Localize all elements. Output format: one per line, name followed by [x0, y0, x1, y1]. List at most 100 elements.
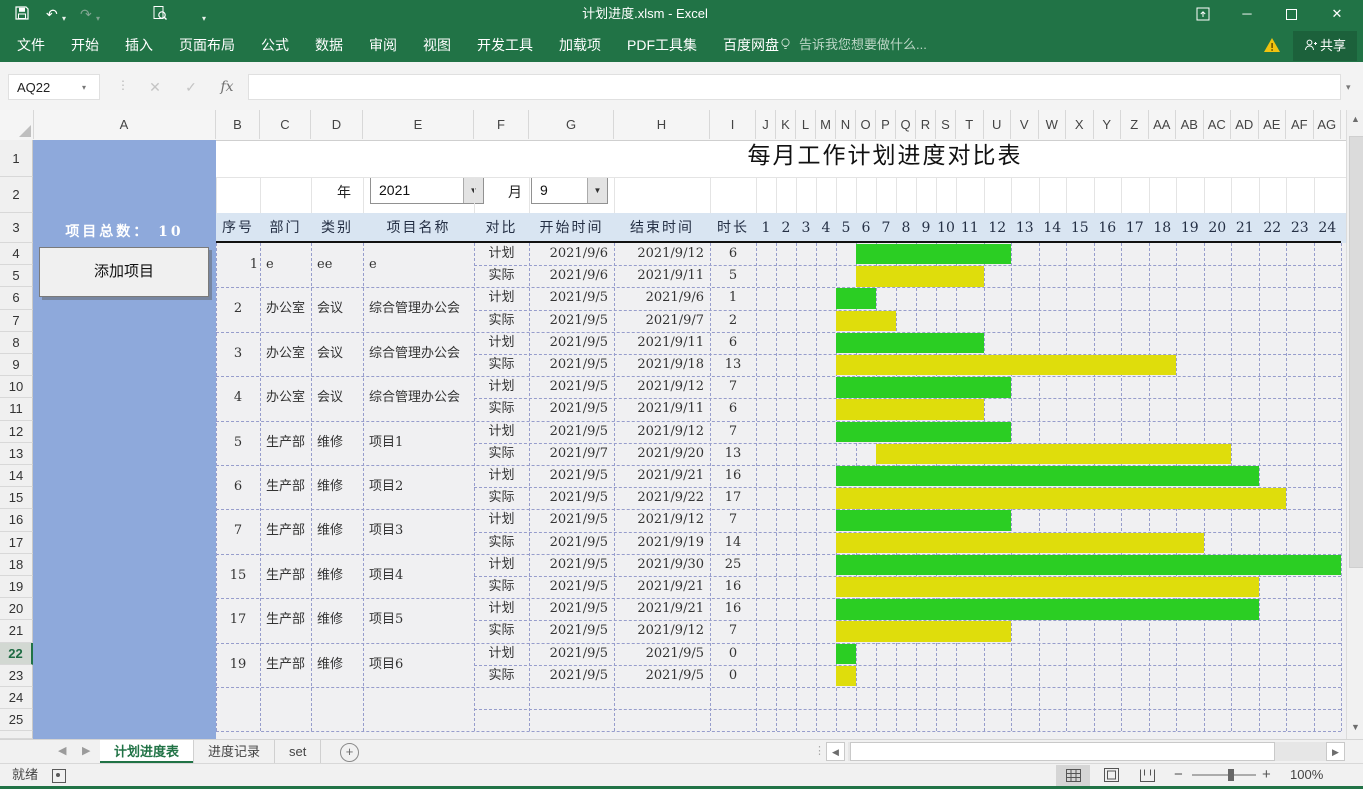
- scroll-up-icon[interactable]: ▲: [1348, 114, 1363, 124]
- column-header-V[interactable]: V: [1011, 110, 1039, 139]
- cell-actual-duration-3[interactable]: 13: [710, 354, 756, 376]
- cell-plan-end-2[interactable]: 2021/9/6: [614, 287, 704, 309]
- horizontal-scrollbar[interactable]: [848, 742, 1326, 761]
- gantt-bar-plan-7[interactable]: [836, 510, 1011, 530]
- cell-actual-label-17[interactable]: 实际: [474, 620, 529, 642]
- column-header-C[interactable]: C: [260, 110, 311, 139]
- formula-bar-expand-icon[interactable]: ▾: [1346, 82, 1351, 93]
- cell-dept-19[interactable]: 生产部: [266, 643, 311, 687]
- day-header-1[interactable]: 1: [756, 213, 776, 243]
- close-button[interactable]: ✕: [1320, 0, 1354, 28]
- cell-dept-4[interactable]: 办公室: [266, 376, 311, 420]
- row-header-20[interactable]: 20: [0, 598, 33, 620]
- day-header-7[interactable]: 7: [876, 213, 896, 243]
- row-header-16[interactable]: 16: [0, 509, 33, 531]
- row-header-21[interactable]: 21: [0, 620, 33, 642]
- cell-actual-start-4[interactable]: 2021/9/5: [529, 398, 608, 420]
- cell-category-6[interactable]: 维修: [317, 465, 363, 509]
- cancel-entry-icon[interactable]: ✕: [140, 74, 170, 100]
- gantt-bar-actual-1[interactable]: [856, 266, 984, 286]
- insert-function-icon[interactable]: fx: [212, 74, 242, 100]
- cell-actual-start-5[interactable]: 2021/9/7: [529, 443, 608, 465]
- vertical-scrollbar[interactable]: ▲ ▼: [1346, 110, 1363, 739]
- cell-dept-15[interactable]: 生产部: [266, 554, 311, 598]
- column-header-W[interactable]: W: [1039, 110, 1067, 139]
- column-header-R[interactable]: R: [916, 110, 936, 139]
- hscroll-right-icon[interactable]: ▶: [1326, 742, 1345, 761]
- cell-actual-label-6[interactable]: 实际: [474, 487, 529, 509]
- column-header-N[interactable]: N: [836, 110, 856, 139]
- cell-plan-end-15[interactable]: 2021/9/30: [614, 554, 704, 576]
- cell-seq-1[interactable]: 1: [216, 243, 260, 287]
- cell-plan-duration-3[interactable]: 6: [710, 332, 756, 354]
- cell-actual-label-2[interactable]: 实际: [474, 310, 529, 332]
- row-header-18[interactable]: 18: [0, 554, 33, 576]
- table-header-6[interactable]: 结束时间: [614, 213, 710, 243]
- cell-actual-duration-7[interactable]: 14: [710, 532, 756, 554]
- scroll-down-icon[interactable]: ▼: [1348, 722, 1363, 732]
- row-header-5[interactable]: 5: [0, 265, 33, 287]
- row-header-9[interactable]: 9: [0, 354, 33, 376]
- cell-plan-start-3[interactable]: 2021/9/5: [529, 332, 608, 354]
- month-combobox[interactable]: 9 ▼: [531, 177, 608, 204]
- day-header-3[interactable]: 3: [796, 213, 816, 243]
- gantt-bar-plan-2[interactable]: [836, 288, 876, 308]
- column-header-Q[interactable]: Q: [896, 110, 916, 139]
- ribbon-tab-3[interactable]: 页面布局: [166, 28, 248, 62]
- row-header-6[interactable]: 6: [0, 287, 33, 309]
- cell-actual-end-5[interactable]: 2021/9/20: [614, 443, 704, 465]
- day-header-17[interactable]: 17: [1121, 213, 1149, 243]
- gantt-bar-actual-17[interactable]: [836, 621, 1011, 641]
- cell-actual-end-7[interactable]: 2021/9/19: [614, 532, 704, 554]
- cell-plan-start-6[interactable]: 2021/9/5: [529, 465, 608, 487]
- column-header-I[interactable]: I: [710, 110, 756, 139]
- gantt-bar-actual-5[interactable]: [876, 444, 1231, 464]
- row-header-26[interactable]: [0, 731, 33, 739]
- page-layout-view-button[interactable]: [1094, 765, 1128, 786]
- day-header-15[interactable]: 15: [1066, 213, 1094, 243]
- cell-category-19[interactable]: 维修: [317, 643, 363, 687]
- cell-plan-end-17[interactable]: 2021/9/21: [614, 598, 704, 620]
- column-header-M[interactable]: M: [816, 110, 836, 139]
- cell-seq-4[interactable]: 4: [216, 376, 260, 420]
- cell-category-4[interactable]: 会议: [317, 376, 363, 420]
- ribbon-tab-9[interactable]: 加载项: [546, 28, 614, 62]
- column-header-H[interactable]: H: [614, 110, 710, 139]
- column-header-E[interactable]: E: [363, 110, 474, 139]
- cell-actual-start-15[interactable]: 2021/9/5: [529, 576, 608, 598]
- zoom-slider-thumb[interactable]: [1228, 769, 1234, 781]
- gantt-bar-actual-7[interactable]: [836, 533, 1204, 553]
- hscroll-left-icon[interactable]: ◀: [826, 742, 845, 761]
- column-header-P[interactable]: P: [876, 110, 896, 139]
- cell-actual-start-7[interactable]: 2021/9/5: [529, 532, 608, 554]
- cell-plan-label-3[interactable]: 计划: [474, 332, 529, 354]
- cell-plan-start-19[interactable]: 2021/9/5: [529, 643, 608, 665]
- cell-actual-start-3[interactable]: 2021/9/5: [529, 354, 608, 376]
- column-header-AE[interactable]: AE: [1259, 110, 1287, 139]
- sheet-tab-2[interactable]: set: [275, 740, 321, 763]
- cell-name-15[interactable]: 项目4: [369, 554, 474, 598]
- name-box-caret-icon[interactable]: ▾: [82, 83, 86, 92]
- row-header-19[interactable]: 19: [0, 576, 33, 598]
- macro-record-icon[interactable]: [52, 769, 66, 783]
- cell-plan-end-4[interactable]: 2021/9/12: [614, 376, 704, 398]
- table-header-5[interactable]: 开始时间: [529, 213, 614, 243]
- select-all-button[interactable]: [0, 110, 34, 139]
- cell-actual-end-19[interactable]: 2021/9/5: [614, 665, 704, 687]
- cell-plan-duration-2[interactable]: 1: [710, 287, 756, 309]
- gantt-bar-actual-19[interactable]: [836, 666, 856, 686]
- cell-plan-start-4[interactable]: 2021/9/5: [529, 376, 608, 398]
- cell-name-2[interactable]: 综合管理办公会: [369, 287, 474, 331]
- ribbon-tab-1[interactable]: 开始: [58, 28, 112, 62]
- cell-actual-end-1[interactable]: 2021/9/11: [614, 265, 704, 287]
- column-header-G[interactable]: G: [529, 110, 614, 139]
- cell-actual-end-4[interactable]: 2021/9/11: [614, 398, 704, 420]
- day-header-24[interactable]: 24: [1314, 213, 1342, 243]
- cell-plan-duration-6[interactable]: 16: [710, 465, 756, 487]
- day-header-22[interactable]: 22: [1259, 213, 1287, 243]
- row-header-7[interactable]: 7: [0, 310, 33, 332]
- cell-actual-duration-4[interactable]: 6: [710, 398, 756, 420]
- row-header-23[interactable]: 23: [0, 665, 33, 687]
- cell-category-15[interactable]: 维修: [317, 554, 363, 598]
- row-header-24[interactable]: 24: [0, 687, 33, 709]
